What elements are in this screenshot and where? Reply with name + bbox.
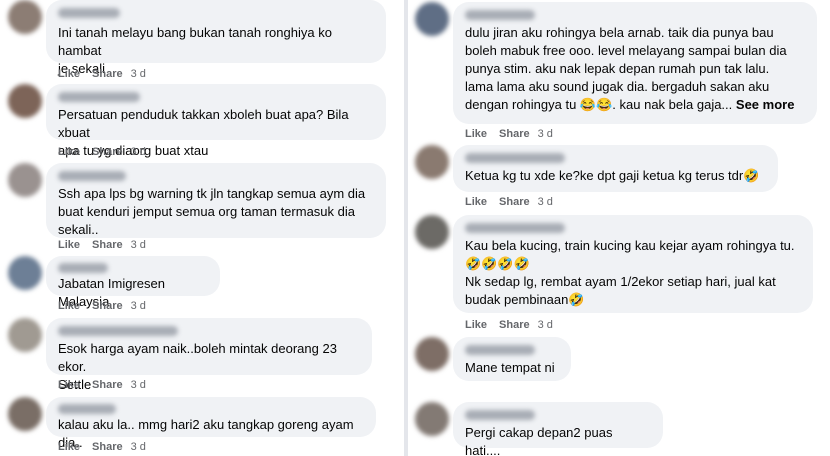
comment-bubble: Jabatan Imigresen Malaysia (46, 256, 220, 309)
timestamp[interactable]: 3 d (538, 128, 553, 140)
comment-bubble: Esok harga ayam naik..boleh mintak deora… (46, 318, 372, 392)
comment-text: Ketua kg tu xde ke?ke dpt gaji ketua kg … (465, 168, 760, 183)
like-button[interactable]: Like (58, 68, 80, 80)
comment-actions: Like Share 3 d (465, 319, 553, 331)
author-name-blurred[interactable] (465, 345, 535, 355)
share-button[interactable]: Share (92, 379, 123, 391)
comment-actions: Like Share 3 d (58, 146, 146, 158)
share-button[interactable]: Share (499, 319, 530, 331)
author-name-blurred[interactable] (465, 223, 565, 233)
avatar[interactable] (8, 0, 42, 34)
comment-text: dulu jiran aku rohingya bela arnab. taik… (465, 24, 805, 114)
avatar[interactable] (415, 2, 449, 36)
comment-text: Pergi cakap depan2 puas hati.... (465, 425, 613, 456)
comment-actions: Like Share 3 d (465, 128, 553, 140)
author-name-blurred[interactable] (465, 10, 535, 20)
share-button[interactable]: Share (92, 300, 123, 312)
timestamp[interactable]: 3 d (131, 239, 146, 251)
timestamp[interactable]: 3 d (131, 379, 146, 391)
comment-actions: Like Share 3 d (58, 239, 146, 251)
author-name-blurred[interactable] (58, 404, 116, 414)
author-name-blurred[interactable] (58, 263, 108, 273)
like-button[interactable]: Like (58, 379, 80, 391)
comment-bubble: Mane tempat ni (453, 337, 571, 381)
avatar[interactable] (415, 145, 449, 179)
timestamp[interactable]: 3 d (538, 319, 553, 331)
comment-bubble: Ssh apa lps bg warning tk jln tangkap se… (46, 163, 386, 238)
like-button[interactable]: Like (58, 300, 80, 312)
avatar[interactable] (8, 318, 42, 352)
share-button[interactable]: Share (499, 196, 530, 208)
comment-actions: Like Share 3 d (465, 196, 553, 208)
comment-actions: Like Share 3 d (58, 68, 146, 80)
author-name-blurred[interactable] (58, 326, 178, 336)
comment-bubble: dulu jiran aku rohingya bela arnab. taik… (453, 2, 817, 124)
share-button[interactable]: Share (92, 239, 123, 251)
comment-text: Ssh apa lps bg warning tk jln tangkap se… (58, 186, 366, 237)
comment-actions: Like Share 3 d (58, 379, 146, 391)
like-button[interactable]: Like (465, 128, 487, 140)
comment-bubble: Persatuan penduduk takkan xboleh buat ap… (46, 84, 386, 158)
timestamp[interactable]: 3 d (131, 68, 146, 80)
like-button[interactable]: Like (58, 146, 80, 158)
comment-bubble: Pergi cakap depan2 puas hati.... (453, 402, 663, 456)
comment-text: Kau bela kucing, train kucing kau kejar … (465, 238, 795, 307)
author-name-blurred[interactable] (58, 8, 120, 18)
comment-bubble: kalau aku la.. mmg hari2 aku tangkap gor… (46, 397, 376, 450)
share-button[interactable]: Share (92, 68, 123, 80)
author-name-blurred[interactable] (465, 410, 535, 420)
comment-actions: Like Share 3 d (58, 300, 146, 312)
comments-column-left: Ini tanah melayu bang bukan tanah ronghi… (0, 0, 405, 456)
timestamp[interactable]: 3 d (131, 146, 146, 158)
like-button[interactable]: Like (465, 196, 487, 208)
author-name-blurred[interactable] (465, 153, 565, 163)
comment-bubble: Kau bela kucing, train kucing kau kejar … (453, 215, 813, 313)
see-more-link[interactable]: See more (736, 97, 795, 112)
like-button[interactable]: Like (58, 239, 80, 251)
comments-column-right: dulu jiran aku rohingya bela arnab. taik… (407, 0, 830, 456)
comment-text: Mane tempat ni (465, 360, 555, 375)
share-button[interactable]: Share (92, 441, 123, 453)
like-button[interactable]: Like (465, 319, 487, 331)
timestamp[interactable]: 3 d (131, 441, 146, 453)
avatar[interactable] (8, 256, 42, 290)
comment-bubble: Ini tanah melayu bang bukan tanah ronghi… (46, 0, 386, 76)
avatar[interactable] (415, 402, 449, 436)
avatar[interactable] (8, 163, 42, 197)
author-name-blurred[interactable] (58, 92, 140, 102)
author-name-blurred[interactable] (58, 171, 126, 181)
timestamp[interactable]: 3 d (538, 196, 553, 208)
avatar[interactable] (415, 215, 449, 249)
avatar[interactable] (415, 337, 449, 371)
comment-actions: Like Share 3 d (58, 441, 146, 453)
comment-bubble: Ketua kg tu xde ke?ke dpt gaji ketua kg … (453, 145, 778, 192)
like-button[interactable]: Like (58, 441, 80, 453)
share-button[interactable]: Share (92, 146, 123, 158)
avatar[interactable] (8, 397, 42, 431)
avatar[interactable] (8, 84, 42, 118)
timestamp[interactable]: 3 d (131, 300, 146, 312)
share-button[interactable]: Share (499, 128, 530, 140)
